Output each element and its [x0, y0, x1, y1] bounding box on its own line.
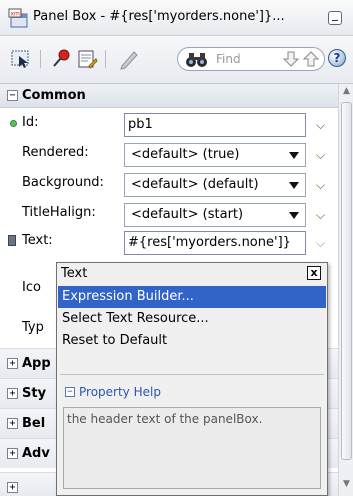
dropdown-arrow-icon: [289, 212, 299, 219]
section-label: Adv: [22, 446, 50, 461]
section-label: Bel: [22, 416, 46, 431]
id-field[interactable]: pb1: [124, 113, 306, 137]
chevron-down-icon[interactable]: ⌵: [316, 209, 328, 221]
dropdown-arrow-icon: [289, 182, 299, 189]
pencil-icon[interactable]: [118, 48, 140, 70]
id-label: Id:: [22, 115, 39, 130]
title-halign-select[interactable]: <default> (start): [124, 203, 306, 227]
collapse-icon[interactable]: −: [65, 387, 75, 397]
type-label: Typ: [22, 320, 44, 335]
menu-separator: [60, 374, 324, 375]
section-common[interactable]: − Common: [0, 84, 338, 108]
panel-box-icon: xml: [8, 8, 28, 28]
edit-properties-icon[interactable]: [76, 48, 98, 70]
pin-icon[interactable]: [50, 48, 72, 70]
text-field[interactable]: #{res['myorders.none']}: [124, 231, 306, 255]
required-indicator-icon: [10, 120, 17, 127]
scroll-down-icon[interactable]: ▼: [341, 479, 352, 490]
vertical-scrollbar[interactable]: ▲ ▼: [338, 84, 353, 496]
toolbar: Find ?: [0, 36, 353, 84]
dropdown-arrow-icon: [289, 152, 299, 159]
chevron-down-icon[interactable]: ⌵: [316, 119, 328, 131]
background-label: Background:: [22, 175, 104, 190]
chevron-down-icon[interactable]: ⌵: [316, 179, 328, 191]
background-select[interactable]: <default> (default): [124, 173, 306, 197]
menu-item-select-text-resource[interactable]: Select Text Resource...: [58, 308, 326, 330]
help-icon[interactable]: ?: [328, 49, 346, 67]
rendered-value: <default> (true): [131, 147, 240, 162]
window-title: Panel Box - #{res['myorders.none']}...: [33, 9, 285, 24]
find-placeholder: Find: [216, 52, 241, 66]
expand-icon[interactable]: +: [7, 358, 18, 369]
title-bar: xml Panel Box - #{res['myorders.none']}.…: [0, 0, 353, 36]
expand-icon[interactable]: +: [7, 448, 18, 459]
select-component-icon[interactable]: [10, 48, 32, 70]
icon-label: Ico: [22, 280, 41, 295]
title-halign-value: <default> (start): [131, 207, 244, 222]
toolbar-separator: [40, 50, 41, 68]
section-label: Common: [22, 88, 86, 103]
background-value: <default> (default): [131, 177, 259, 192]
menu-item-reset-to-default[interactable]: Reset to Default: [58, 330, 326, 352]
bound-value-icon: [8, 235, 16, 246]
text-property-menu: Text x Expression Builder... Select Text…: [56, 262, 328, 496]
rendered-select[interactable]: <default> (true): [124, 143, 306, 167]
menu-header: Text x: [57, 263, 327, 285]
chevron-down-icon[interactable]: ⌵: [316, 149, 328, 161]
svg-text:xml: xml: [11, 11, 22, 18]
find-previous-arrow-icon[interactable]: [302, 50, 320, 68]
property-help-title: Property Help: [79, 385, 161, 399]
chevron-down-icon[interactable]: ⌵: [316, 237, 328, 249]
menu-title: Text: [61, 266, 88, 281]
expand-icon[interactable]: +: [7, 418, 18, 429]
binoculars-icon: [186, 53, 207, 67]
expand-icon[interactable]: +: [7, 482, 18, 493]
scrollbar-thumb[interactable]: [341, 102, 352, 460]
property-help-panel: − Property Help the header text of the p…: [63, 385, 321, 489]
expand-icon[interactable]: +: [7, 388, 18, 399]
collapse-icon[interactable]: −: [7, 90, 18, 101]
menu-item-expression-builder[interactable]: Expression Builder...: [58, 286, 326, 308]
section-label: Sty: [22, 386, 47, 401]
rendered-label: Rendered:: [22, 145, 89, 160]
scroll-up-icon[interactable]: ▲: [341, 86, 352, 97]
find-field[interactable]: Find: [177, 47, 325, 71]
close-icon[interactable]: x: [307, 266, 321, 280]
text-label: Text:: [22, 233, 53, 248]
title-halign-label: TitleHalign:: [22, 205, 96, 220]
property-help-text: the header text of the panelBox.: [63, 407, 321, 489]
find-next-arrow-icon[interactable]: [282, 50, 300, 68]
toolbar-separator: [105, 50, 106, 68]
section-label: App: [22, 356, 51, 371]
minimize-button[interactable]: [328, 11, 342, 25]
